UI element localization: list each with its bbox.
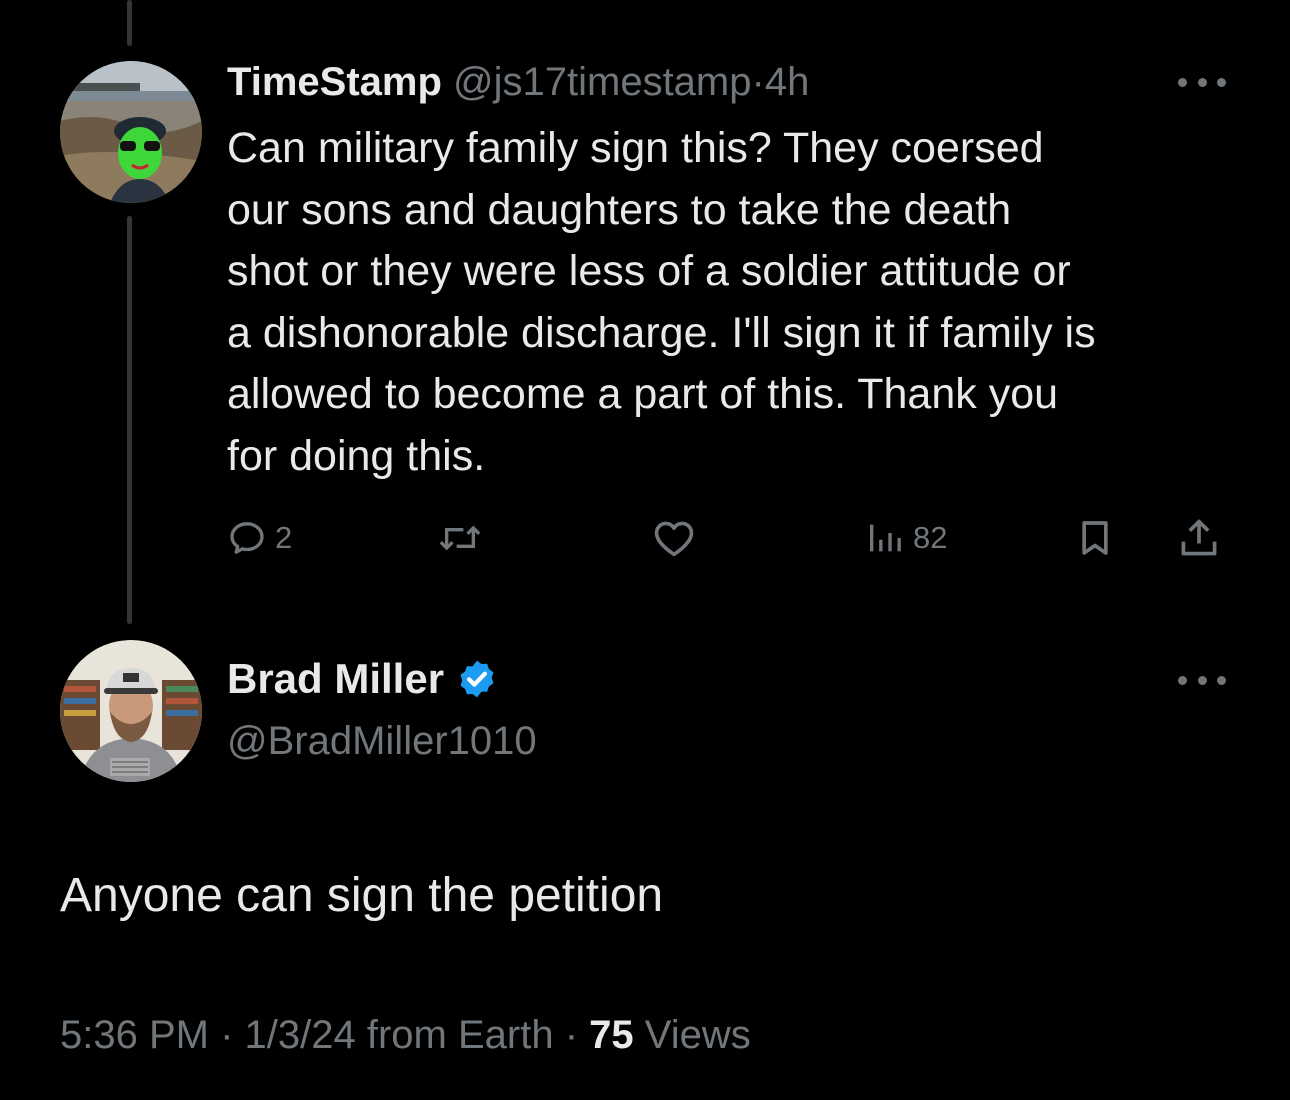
share-icon	[1181, 519, 1217, 556]
reply-icon	[230, 522, 264, 554]
views-total[interactable]: 75	[589, 1013, 634, 1057]
retweet-icon	[439, 525, 481, 551]
views-label[interactable]: Views	[645, 1013, 751, 1057]
author-name[interactable]: TimeStamp	[227, 60, 442, 104]
tweet-date-source[interactable]: 1/3/24 from Earth	[245, 1013, 554, 1057]
like-button[interactable]	[652, 510, 696, 566]
reply-tweet-text: Anyone can sign the petition	[60, 869, 664, 922]
verified-badge-icon	[460, 660, 494, 698]
tweet-time[interactable]: 4h	[765, 60, 810, 104]
meta-separator: ·	[564, 1013, 579, 1057]
tweet-timestamp[interactable]: 5:36 PM	[60, 1013, 209, 1057]
tweet-metadata: 5:36 PM · 1/3/24 from Earth · 75 Views	[60, 1010, 751, 1060]
more-options-icon[interactable]	[1178, 72, 1226, 92]
reply-more-options-icon[interactable]	[1178, 670, 1226, 690]
reply-button[interactable]: 2	[227, 510, 292, 566]
bookmark-button[interactable]	[1075, 510, 1115, 566]
views-button[interactable]: 82	[865, 510, 947, 566]
avatar[interactable]	[60, 61, 202, 203]
share-button[interactable]	[1177, 510, 1221, 566]
views-chart-icon	[870, 524, 901, 552]
tweet-text-line: a dishonorable discharge. I'll sign it i…	[227, 308, 1096, 357]
retweet-button[interactable]	[437, 510, 483, 566]
tweet-actions: 2 82	[227, 510, 1227, 566]
reply-author-handle[interactable]: @BradMiller1010	[227, 716, 537, 766]
header-separator: ·	[751, 60, 765, 104]
tweet-text-line: Can military family sign this? They coer…	[227, 124, 1044, 172]
meta-separator: ·	[220, 1013, 234, 1057]
tweet-header: TimeStamp @js17timestamp·4h	[227, 58, 809, 106]
avatar[interactable]	[60, 640, 202, 782]
tweet-text-line: shot or they were less of a soldier atti…	[227, 247, 1071, 295]
thread-line-top	[127, 0, 132, 46]
heart-icon	[654, 521, 694, 557]
tweet-text: Can military family sign this? They coer…	[227, 118, 1227, 487]
reply-count: 2	[275, 520, 293, 555]
reply-author-name[interactable]: Brad Miller	[227, 654, 444, 704]
tweet-text-line: for doing this.	[227, 431, 486, 480]
bookmark-icon	[1082, 521, 1108, 555]
author-handle[interactable]: @js17timestamp	[453, 60, 751, 104]
views-count: 82	[913, 520, 948, 555]
tweet-text-line: allowed to become a part of this. Thank …	[227, 370, 1059, 418]
reply-author-row: Brad Miller	[227, 654, 498, 704]
tweet-text-line: our sons and daughters to take the death	[227, 185, 1012, 234]
thread-line-connector	[127, 216, 132, 624]
